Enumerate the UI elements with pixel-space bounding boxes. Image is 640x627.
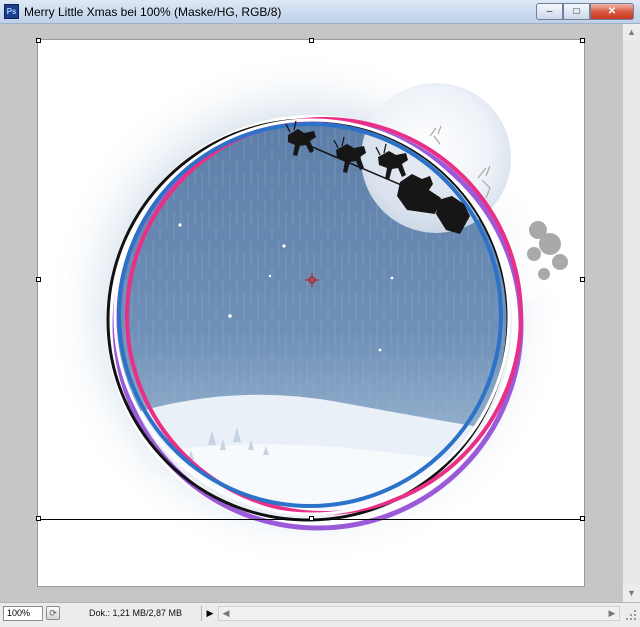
maximize-icon: □ [573, 6, 580, 17]
scroll-left-icon[interactable]: ◀ [219, 607, 233, 620]
transform-handle-top-left[interactable] [36, 38, 41, 43]
horizontal-scrollbar[interactable]: ◀ ▶ [218, 606, 620, 621]
document-size-info: Dok.: 1,21 MB/2,87 MB [64, 606, 202, 621]
close-button[interactable]: ✕ [590, 3, 634, 20]
document-workspace[interactable] [0, 24, 622, 602]
close-icon: ✕ [607, 6, 617, 17]
minimize-button[interactable]: – [536, 3, 563, 20]
resize-grip-icon[interactable] [622, 606, 638, 622]
photoshop-app-icon: Ps [4, 4, 19, 19]
window-titlebar: Ps Merry Little Xmas bei 100% (Maske/HG,… [0, 0, 640, 24]
scroll-down-icon[interactable]: ▼ [623, 585, 640, 602]
status-menu-button[interactable]: ⟳ [46, 606, 60, 620]
window-controls: – □ ✕ [536, 3, 634, 20]
zoom-level-field[interactable]: 100% [3, 606, 43, 621]
scroll-up-icon[interactable]: ▲ [623, 24, 640, 41]
circle-arrow-icon: ⟳ [49, 608, 57, 618]
transform-handle-bottom-center[interactable] [309, 516, 314, 521]
vertical-scrollbar[interactable]: ▲ ▼ [622, 24, 640, 602]
transform-handle-middle-right[interactable] [580, 277, 585, 282]
maximize-button[interactable]: □ [563, 3, 590, 20]
transform-handle-middle-left[interactable] [36, 277, 41, 282]
transform-handle-bottom-left[interactable] [36, 516, 41, 521]
christmas-frame-artwork [46, 50, 573, 570]
transform-handle-top-center[interactable] [309, 38, 314, 43]
minimize-icon: – [546, 6, 553, 17]
scroll-right-icon[interactable]: ▶ [605, 607, 619, 620]
transform-handle-bottom-right[interactable] [580, 516, 585, 521]
window-title: Merry Little Xmas bei 100% (Maske/HG, RG… [24, 5, 282, 19]
status-bar: 100% ⟳ Dok.: 1,21 MB/2,87 MB ▶ ◀ ▶ [0, 602, 640, 627]
transform-handle-top-right[interactable] [580, 38, 585, 43]
document-canvas[interactable] [36, 38, 585, 586]
status-info-menu-play-icon[interactable]: ▶ [205, 607, 215, 619]
